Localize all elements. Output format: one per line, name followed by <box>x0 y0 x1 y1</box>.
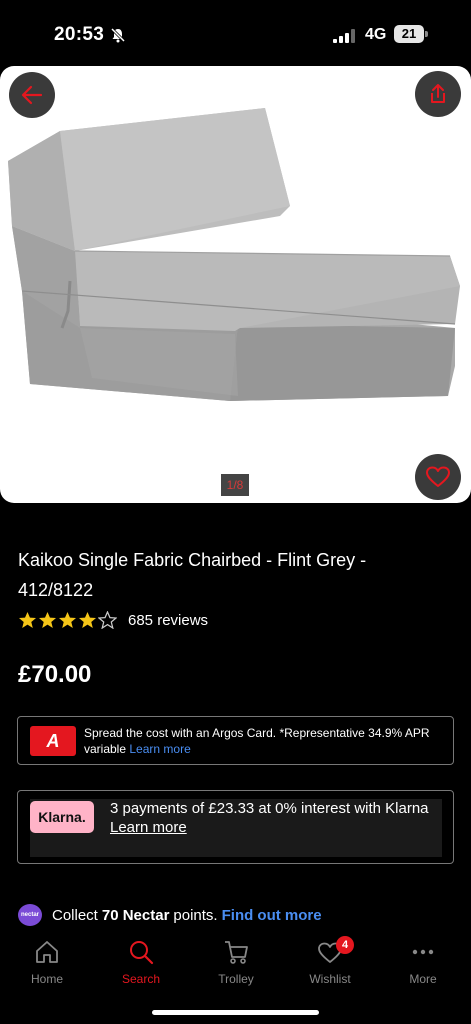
network-type: 4G <box>365 26 387 43</box>
signal-icon <box>333 29 355 43</box>
product-title: Kaikoo Single Fabric Chairbed - Flint Gr… <box>18 550 367 600</box>
nectar-logo: nectar <box>18 904 42 926</box>
home-indicator[interactable] <box>152 1010 319 1015</box>
more-icon <box>412 949 434 955</box>
product-price: £70.00 <box>18 661 92 688</box>
nav-trolley-label: Trolley <box>218 972 254 986</box>
add-to-wishlist-button[interactable] <box>415 454 461 500</box>
bell-off-icon <box>110 27 126 43</box>
battery-level: 21 <box>394 25 424 43</box>
rating-row[interactable]: 685 reviews <box>18 610 208 630</box>
battery-tip <box>425 31 428 37</box>
klarna-text: 3 payments of £23.33 at 0% interest with… <box>110 799 440 837</box>
argos-learn-more-link[interactable]: Learn more <box>129 742 190 756</box>
klarna-logo: Klarna. <box>30 801 94 833</box>
status-time: 20:53 <box>54 24 105 45</box>
nectar-find-out-more-link[interactable]: Find out more <box>222 907 322 924</box>
klarna-learn-more-link[interactable]: Learn more <box>110 819 187 836</box>
nav-more[interactable]: More <box>383 938 463 998</box>
battery-icon: 21 <box>394 25 428 43</box>
nav-home-label: Home <box>30 972 63 986</box>
search-icon <box>130 941 154 965</box>
nectar-prefix: Collect <box>52 906 98 924</box>
heart-icon <box>426 466 450 487</box>
nav-home[interactable]: Home <box>7 938 87 998</box>
share-icon <box>431 84 445 103</box>
star-filled-icon <box>58 611 77 629</box>
nav-search-label: Search <box>121 972 161 986</box>
argos-card-logo: A <box>30 726 76 756</box>
nectar-suffix: points. <box>173 906 218 924</box>
nav-wishlist-label: Wishlist <box>309 972 351 986</box>
star-empty-icon <box>98 611 117 629</box>
product-image[interactable] <box>0 66 471 503</box>
trolley-icon <box>225 941 248 964</box>
reviews-link[interactable]: 685 reviews <box>128 612 208 629</box>
nav-trolley[interactable]: Trolley <box>196 938 276 998</box>
nav-search[interactable]: Search <box>101 938 181 998</box>
back-button[interactable] <box>9 72 55 118</box>
klarna-promo: Klarna. 3 payments of £23.33 at 0% inter… <box>17 790 454 864</box>
klarna-description: 3 payments of £23.33 at 0% interest with… <box>110 800 429 817</box>
share-button[interactable] <box>415 71 461 117</box>
star-filled-icon <box>18 611 37 629</box>
star-filled-icon <box>38 611 57 629</box>
status-bar: 20:53 4G 21 <box>0 0 471 66</box>
nectar-points: 70 Nectar <box>101 906 170 924</box>
image-pager: 1/8 <box>221 474 249 496</box>
arrow-left-icon <box>21 85 43 105</box>
nav-wishlist[interactable]: 4 Wishlist <box>290 936 370 998</box>
home-icon <box>36 941 58 963</box>
product-image-gallery[interactable]: 1/8 <box>0 66 471 503</box>
nectar-points-row: nectar Collect 70 Nectar points. Find ou… <box>18 903 322 927</box>
wishlist-badge: 4 <box>336 936 354 954</box>
klarna-inner: Klarna. 3 payments of £23.33 at 0% inter… <box>30 799 442 857</box>
star-filled-icon <box>78 611 97 629</box>
argos-card-text: Spread the cost with an Argos Card. *Rep… <box>84 725 444 757</box>
nav-more-label: More <box>409 972 437 986</box>
argos-card-promo: A Spread the cost with an Argos Card. *R… <box>17 716 454 765</box>
